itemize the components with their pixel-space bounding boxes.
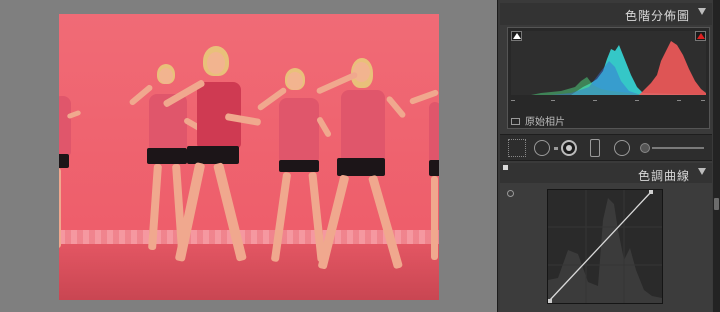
histogram-curve (511, 41, 706, 95)
crop-overlay-icon[interactable] (508, 139, 526, 157)
photo-dancer (401, 76, 439, 266)
histogram-graph (511, 31, 706, 95)
spot-removal-icon[interactable] (561, 139, 579, 157)
original-photo-label: 原始相片 (525, 117, 565, 128)
shadow-clipping-icon[interactable] (511, 31, 522, 41)
tool-strip (500, 134, 712, 161)
crop-tool-icon[interactable] (534, 139, 558, 157)
image-canvas[interactable] (0, 0, 497, 312)
adjustment-brush-icon[interactable] (640, 139, 706, 157)
scrollbar-thumb[interactable] (714, 198, 719, 210)
lightroom-develop-window: 色階分佈圖 原始相片 色調曲線 (0, 0, 720, 312)
histogram-panel-title: 色階分佈圖 (624, 9, 690, 23)
radial-filter-icon[interactable] (614, 140, 630, 156)
panel-scrollbar[interactable] (713, 0, 720, 312)
tone-curve-panel-title: 色調曲線 (637, 169, 690, 183)
triangle-down-icon[interactable] (698, 168, 706, 175)
right-panel: 色階分佈圖 原始相片 色調曲線 (497, 0, 720, 312)
histogram-panel-header[interactable]: 色階分佈圖 (500, 3, 712, 25)
target-adjustment-icon[interactable] (507, 190, 514, 197)
highlight-clipping-icon[interactable] (695, 31, 706, 41)
photo-dancer (159, 42, 269, 282)
checkbox-icon[interactable] (511, 118, 520, 125)
original-photo-toggle[interactable]: 原始相片 (511, 113, 565, 128)
tone-curve-panel (500, 183, 712, 312)
photo-preview[interactable] (59, 14, 439, 300)
tone-curve-panel-header[interactable]: 色調曲線 (500, 163, 712, 185)
histogram[interactable]: 原始相片 (507, 27, 710, 129)
graduated-filter-icon[interactable] (590, 139, 600, 157)
histogram-ticks (511, 100, 706, 103)
photo-dancer (311, 54, 411, 284)
photo-dancer (59, 84, 83, 264)
tone-curve (548, 190, 662, 303)
tone-curve-graph[interactable] (547, 189, 663, 304)
panel-switch-icon[interactable] (503, 165, 508, 170)
triangle-down-icon[interactable] (698, 8, 706, 15)
